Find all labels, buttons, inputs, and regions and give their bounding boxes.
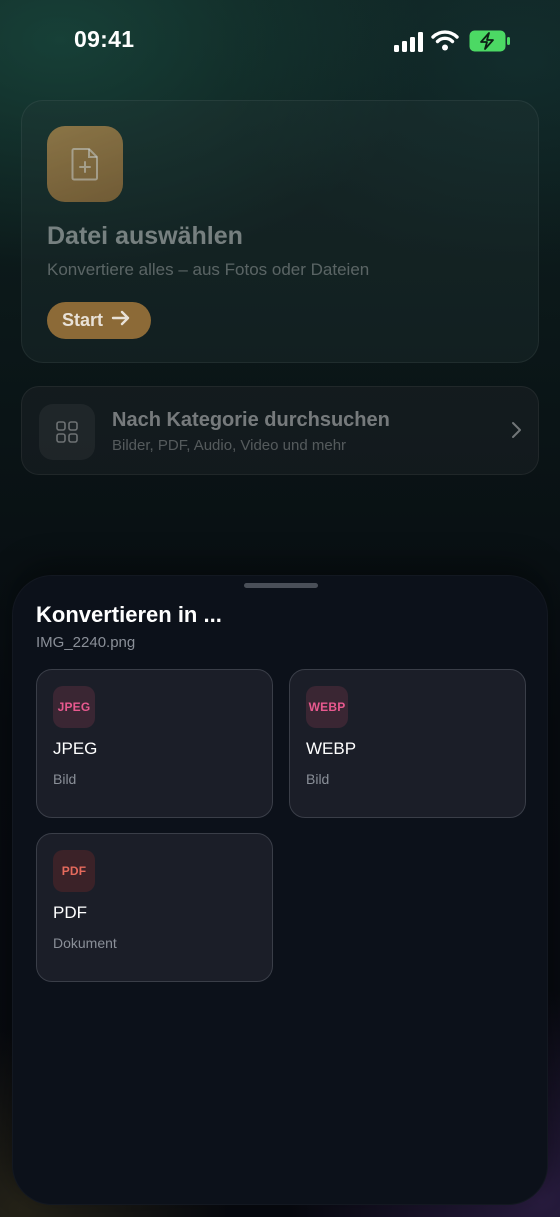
start-button[interactable]: Start: [47, 302, 151, 339]
format-type: Bild: [53, 771, 77, 787]
card-title: Datei auswählen: [47, 222, 243, 250]
file-plus-icon: [47, 126, 123, 202]
pdf-badge-icon: PDF: [53, 850, 95, 892]
format-type: Bild: [306, 771, 330, 787]
webp-badge-icon: WEBP: [306, 686, 348, 728]
sheet-grabber[interactable]: [244, 583, 318, 588]
format-name: WEBP: [306, 739, 357, 758]
format-name: JPEG: [53, 739, 98, 758]
file-name: IMG_2240.png: [36, 634, 136, 651]
sheet-title: Konvertieren in ...: [36, 602, 222, 627]
arrow-right-icon: [111, 310, 131, 331]
format-name: PDF: [53, 903, 87, 922]
format-option-webp[interactable]: WEBP WEBP Bild: [289, 669, 526, 818]
convert-bottom-sheet: Konvertieren in ... IMG_2240.png JPEG JP…: [12, 575, 548, 1205]
format-option-jpeg[interactable]: JPEG JPEG Bild: [36, 669, 273, 818]
select-file-card[interactable]: Datei auswählen Konvertiere alles – aus …: [21, 100, 539, 363]
browse-title: Nach Kategorie durchsuchen: [112, 409, 390, 431]
browse-category-card[interactable]: Nach Kategorie durchsuchen Bilder, PDF, …: [21, 386, 539, 475]
chevron-right-icon: [510, 421, 522, 444]
browse-subtitle: Bilder, PDF, Audio, Video und mehr: [112, 437, 347, 454]
grid-icon: [39, 404, 95, 460]
format-type: Dokument: [53, 935, 117, 951]
jpeg-badge-icon: JPEG: [53, 686, 95, 728]
format-option-pdf[interactable]: PDF PDF Dokument: [36, 833, 273, 982]
card-subtitle: Konvertiere alles – aus Fotos oder Datei…: [47, 260, 370, 279]
start-button-label: Start: [62, 310, 104, 330]
